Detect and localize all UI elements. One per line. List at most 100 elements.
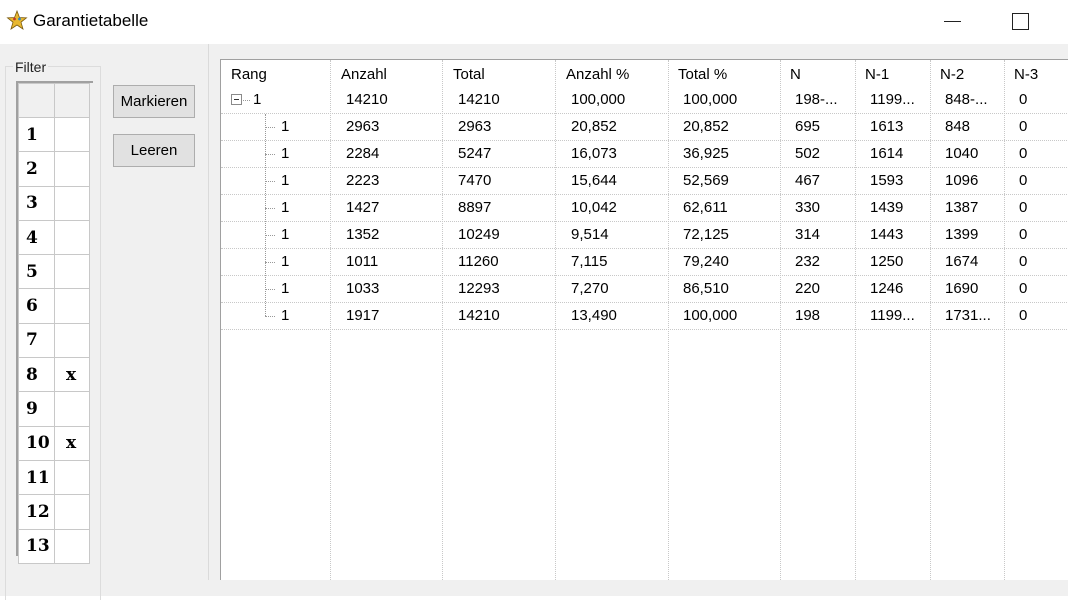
column-header[interactable]: Anzahl % xyxy=(566,66,629,83)
cell-n: 198-... xyxy=(795,91,838,108)
table-row[interactable]: 1 2963 2963 20,852 20,852 695 1613 848 0 xyxy=(221,114,1068,141)
tree-connector xyxy=(265,289,275,290)
cell-anzahl: 2284 xyxy=(346,145,380,162)
filter-row-mark[interactable] xyxy=(54,151,90,187)
window-title: Garantietabelle xyxy=(33,11,149,30)
column-header[interactable]: N xyxy=(790,66,801,83)
cell-total-pct: 100,000 xyxy=(683,91,738,108)
cell-total: 8897 xyxy=(458,199,492,216)
tree-vertical-connector xyxy=(265,114,266,316)
cell-n1: 1246 xyxy=(870,280,904,297)
cell-rang: 1 xyxy=(281,199,290,216)
filter-header-num xyxy=(18,83,55,118)
cell-rang: 1 xyxy=(281,118,290,135)
table-row[interactable]: 1 2223 7470 15,644 52,569 467 1593 1096 0 xyxy=(221,168,1068,195)
cell-anzahl-pct: 15,644 xyxy=(571,172,617,189)
column-header[interactable]: Total xyxy=(453,66,485,83)
table-row[interactable]: 1 1427 8897 10,042 62,611 330 1439 1387 0 xyxy=(221,195,1068,222)
filter-row-number: 12 xyxy=(18,494,55,530)
column-header[interactable]: N-1 xyxy=(865,66,889,83)
filter-row[interactable]: 10 x xyxy=(18,425,90,461)
table-row[interactable]: 1 1917 14210 13,490 100,000 198 1199... 1731...… xyxy=(221,303,1068,330)
cell-n1: 1613 xyxy=(870,118,904,135)
cell-anzahl-pct: 10,042 xyxy=(571,199,617,216)
filter-row-mark[interactable] xyxy=(54,494,90,530)
filter-row[interactable]: 7 xyxy=(18,322,90,359)
column-header[interactable]: N-3 xyxy=(1014,66,1038,83)
filter-row[interactable]: 6 xyxy=(18,288,90,324)
filter-row[interactable]: 4 xyxy=(18,219,90,256)
cell-total-pct: 36,925 xyxy=(683,145,729,162)
filter-row-mark[interactable] xyxy=(54,185,90,221)
cell-anzahl: 1011 xyxy=(346,253,379,270)
tree-connector xyxy=(265,127,275,128)
filter-row-number: 13 xyxy=(18,528,55,564)
filter-row[interactable]: 12 xyxy=(18,494,90,530)
filter-row-mark[interactable]: x xyxy=(54,357,90,393)
cell-n1: 1439 xyxy=(870,199,904,216)
cell-anzahl: 2963 xyxy=(346,118,380,135)
cell-n3: 0 xyxy=(1019,280,1028,297)
filter-row-number: 7 xyxy=(18,322,55,359)
maximize-button[interactable] xyxy=(998,4,1044,38)
cell-total: 12293 xyxy=(458,280,500,297)
filter-row-mark[interactable] xyxy=(54,528,90,564)
filter-row-mark[interactable] xyxy=(54,116,90,153)
filter-row[interactable]: 1 xyxy=(18,116,90,153)
table-row[interactable]: 1 1011 11260 7,115 79,240 232 1250 1674 0 xyxy=(221,249,1068,276)
filter-row-number: 1 xyxy=(18,116,55,153)
filter-legend: Filter xyxy=(13,59,49,75)
filter-row[interactable]: 8x xyxy=(18,357,90,393)
cell-anzahl-pct: 20,852 xyxy=(571,118,617,135)
filter-row-mark[interactable] xyxy=(54,322,90,359)
panel-divider xyxy=(208,44,209,580)
cell-n1: 1250 xyxy=(870,253,904,270)
cell-n3: 0 xyxy=(1019,145,1028,162)
filter-row-mark[interactable] xyxy=(54,288,90,324)
column-header[interactable]: Total % xyxy=(678,66,727,83)
column-header[interactable]: Rang xyxy=(231,66,267,83)
table-row[interactable]: 1 1033 12293 7,270 86,510 220 1246 1690 0 xyxy=(221,276,1068,303)
cell-total: 14210 xyxy=(458,307,500,324)
cell-anzahl: 14210 xyxy=(346,91,388,108)
guarantee-table[interactable]: Rang Anzahl Total Anzahl % Total % N N-1 N-2 N-3… xyxy=(220,59,1068,580)
tree-connector xyxy=(265,208,275,209)
filter-row[interactable]: 2 xyxy=(18,151,90,187)
cell-n3: 0 xyxy=(1019,226,1028,243)
cell-anzahl: 1033 xyxy=(346,280,380,297)
table-row[interactable]: 1 2284 5247 16,073 36,925 502 1614 1040 0 xyxy=(221,141,1068,168)
filter-row[interactable]: 3 xyxy=(18,185,90,221)
cell-total-pct: 62,611 xyxy=(683,199,728,216)
filter-row[interactable]: 11 xyxy=(18,459,90,496)
collapse-icon[interactable] xyxy=(231,94,242,105)
cell-rang: 1 xyxy=(281,172,290,189)
filter-row-mark[interactable] xyxy=(54,219,90,256)
filter-row[interactable]: 9 xyxy=(18,391,90,427)
star-figure-icon xyxy=(6,10,28,30)
table-row-parent[interactable]: 1 14210 14210 100,000 100,000 198-... 1199... 8… xyxy=(221,87,1068,114)
minimize-button[interactable] xyxy=(930,4,976,38)
title-bar: Garantietabelle xyxy=(0,0,1068,44)
column-header[interactable]: N-2 xyxy=(940,66,964,83)
cell-n: 467 xyxy=(795,172,821,189)
filter-row-mark[interactable] xyxy=(54,391,90,427)
cell-n3: 0 xyxy=(1019,199,1028,216)
filter-row-mark[interactable] xyxy=(54,459,90,496)
filter-row-mark[interactable]: x xyxy=(54,425,90,461)
filter-grid: 1 2 3 4 5 6 7 8 x 9 10 x 11 12 13 xyxy=(18,83,90,564)
table-row[interactable]: 1 1352 10249 9,514 72,125 314 1443 1399 0 xyxy=(221,222,1068,249)
cell-n: 198 xyxy=(795,307,821,324)
leeren-button[interactable]: Leeren xyxy=(113,134,195,167)
filter-row-mark[interactable] xyxy=(54,254,90,290)
cell-total: 11260 xyxy=(458,253,499,270)
filter-row-number: 2 xyxy=(18,151,55,187)
markieren-button[interactable]: Markieren xyxy=(113,85,195,118)
cell-n1: 1199... xyxy=(870,307,915,324)
filter-row-number: 10 xyxy=(18,425,55,461)
cell-anzahl-pct: 13,490 xyxy=(571,307,617,324)
filter-row[interactable]: 5 xyxy=(18,254,90,290)
filter-row[interactable]: 13 xyxy=(18,528,90,564)
cell-n1: 1199... xyxy=(870,91,915,108)
cell-rang: 1 xyxy=(253,91,262,108)
column-header[interactable]: Anzahl xyxy=(341,66,387,83)
